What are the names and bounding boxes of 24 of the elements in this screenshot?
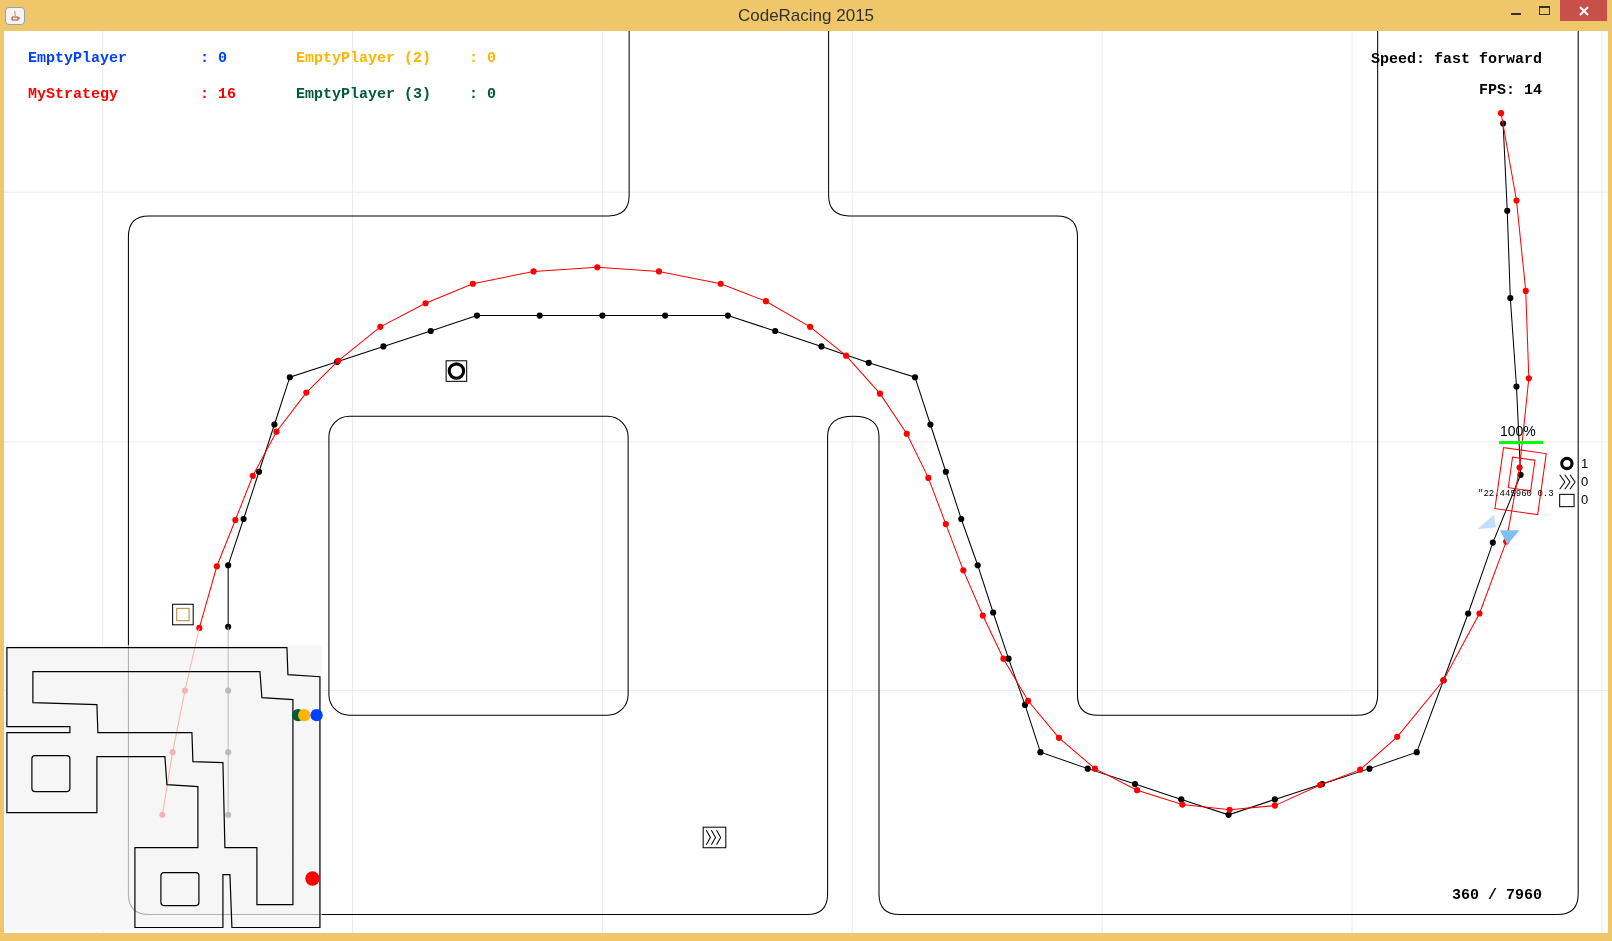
player-name: EmptyPlayer (2) xyxy=(296,49,433,69)
player-name: EmptyPlayer xyxy=(28,49,129,69)
fps-label: FPS: 14 xyxy=(1479,80,1542,101)
player-score: : 0 xyxy=(200,49,228,69)
close-icon xyxy=(1578,5,1589,16)
crate-icon xyxy=(1559,493,1575,508)
tire-icon xyxy=(445,360,468,382)
player-score: : 16 xyxy=(200,84,237,105)
nitro-count: 0 xyxy=(1581,475,1589,488)
close-button[interactable] xyxy=(1560,0,1607,21)
crate-icon xyxy=(172,603,194,626)
tick-counter: 360 / 7960 xyxy=(1452,885,1542,906)
player-score: : 0 xyxy=(469,49,497,69)
chevrons-icon xyxy=(702,826,727,849)
chevrons-icon xyxy=(1559,474,1576,490)
triangle-marker xyxy=(1500,530,1520,545)
triangle-marker xyxy=(1477,514,1496,530)
window-title: CodeRacing 2015 xyxy=(737,4,875,27)
player-name: MyStrategy xyxy=(28,84,119,105)
projectile-count: 0 xyxy=(1581,493,1589,506)
oil-count: 1 xyxy=(1581,457,1589,470)
player-score: : 0 xyxy=(469,84,497,105)
tire-icon xyxy=(1560,456,1574,471)
player-name: EmptyPlayer (3) xyxy=(296,84,433,105)
